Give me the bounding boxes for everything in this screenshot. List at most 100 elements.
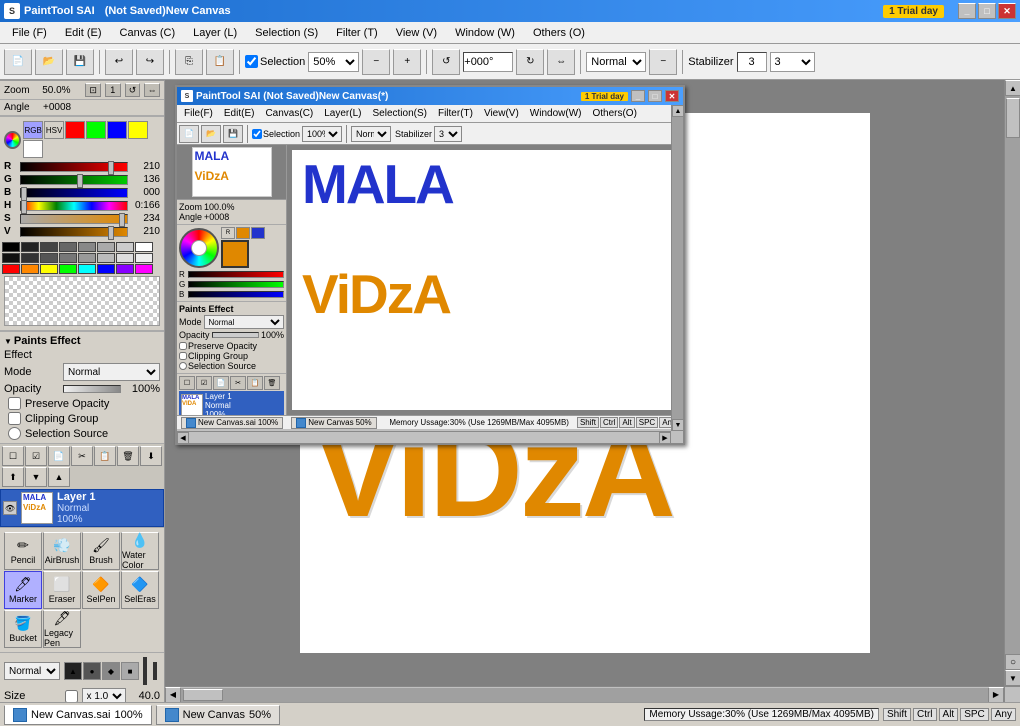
menu-file[interactable]: File (F) <box>4 25 55 41</box>
palette-btn4[interactable] <box>128 121 148 139</box>
inner-close-btn[interactable]: ✕ <box>665 90 679 102</box>
inner-menu-selection[interactable]: Selection(S) <box>368 107 432 120</box>
opacity-slider[interactable] <box>63 385 121 393</box>
inner-maximize-btn[interactable]: □ <box>648 90 662 102</box>
mode-dropdown[interactable]: Normal Multiply Screen <box>63 363 160 381</box>
selection-checkbox[interactable] <box>245 55 258 68</box>
color-swatch-secondary[interactable] <box>153 662 157 680</box>
flip-canvas-button[interactable]: ⇔ <box>144 83 160 97</box>
color-cell-purple[interactable] <box>116 264 134 274</box>
inner-menu-file[interactable]: File(F) <box>179 107 218 120</box>
inner-menu-canvas[interactable]: Canvas(C) <box>260 107 318 120</box>
color-cell-blue[interactable] <box>97 264 115 274</box>
size-mult-select[interactable]: x 1.0 x 2.0 <box>82 688 126 702</box>
layer-paste-btn[interactable]: 📋 <box>94 446 116 466</box>
gray-cell-8[interactable] <box>2 253 20 263</box>
bucket-tool[interactable]: 🪣 Bucket <box>4 610 42 648</box>
inner-layer-btn3[interactable]: 📄 <box>213 376 229 390</box>
s-slider-thumb[interactable] <box>119 213 125 227</box>
b-slider-track[interactable] <box>20 188 128 198</box>
brush-tool[interactable]: 🖌 Brush <box>82 532 120 570</box>
layer-merge-btn[interactable]: ▼ <box>25 467 47 487</box>
inner-tab1[interactable]: New Canvas.sai 100% <box>181 417 283 429</box>
menu-view[interactable]: View (V) <box>388 25 445 41</box>
zoom-in-button[interactable]: + <box>393 49 421 75</box>
menu-others[interactable]: Others (O) <box>525 25 593 41</box>
inner-mode-select[interactable]: Normal <box>204 315 284 329</box>
inner-menu-filter[interactable]: Filter(T) <box>433 107 478 120</box>
inner-toolbar-open[interactable]: 📂 <box>201 125 221 143</box>
color-cell-red[interactable] <box>2 264 20 274</box>
g-slider-track[interactable] <box>20 175 128 185</box>
brush-mode-dropdown[interactable]: Normal Multiply <box>4 662 60 680</box>
zoom-100-button[interactable]: 1 <box>105 83 121 97</box>
layer-group-btn[interactable]: ▲ <box>48 467 70 487</box>
gray-cell-5[interactable] <box>97 242 115 252</box>
inner-color-swatch2[interactable] <box>251 227 265 239</box>
inner-opacity-slider[interactable] <box>212 332 259 338</box>
inner-canvas-content[interactable]: MALA ViDzA <box>292 150 678 410</box>
menu-window[interactable]: Window (W) <box>447 25 523 41</box>
layer-check-btn[interactable]: ☑ <box>25 446 47 466</box>
layer-cut-btn[interactable]: ✂ <box>71 446 93 466</box>
layer-item[interactable]: 👁 MALA ViDzA Layer 1 Normal 100% <box>0 489 164 527</box>
maximize-button[interactable]: □ <box>978 3 996 19</box>
blend-minus-button[interactable]: − <box>649 49 677 75</box>
inner-sel-checkbox[interactable] <box>252 129 262 139</box>
selpen-tool[interactable]: 🔶 SelPen <box>82 571 120 609</box>
palette-btn1[interactable] <box>65 121 85 139</box>
scroll-right-button[interactable]: ▶ <box>988 687 1004 703</box>
v-slider-thumb[interactable] <box>108 226 114 240</box>
zoom-fit-button[interactable]: ⊡ <box>85 83 101 97</box>
b-slider-thumb[interactable] <box>21 187 27 201</box>
inner-tab2[interactable]: New Canvas 50% <box>291 417 376 429</box>
r-slider-track[interactable] <box>20 162 128 172</box>
zoom-dropdown[interactable]: 50% 100% 200% <box>308 52 359 72</box>
v-slider-track[interactable] <box>20 227 128 237</box>
brush-shape-4[interactable]: ■ <box>121 662 139 680</box>
color-cell-yellow[interactable] <box>40 264 58 274</box>
h-slider-track[interactable] <box>20 201 128 211</box>
scroll-circle-btn[interactable]: ○ <box>1005 654 1020 670</box>
inner-clipping-check[interactable] <box>179 352 187 360</box>
size-check[interactable] <box>65 690 78 703</box>
inner-normal-dropdown[interactable]: Normal <box>351 126 391 142</box>
palette-btn3[interactable] <box>107 121 127 139</box>
zoom-out-button[interactable]: − <box>362 49 390 75</box>
layer-copy-btn[interactable]: 📄 <box>48 446 70 466</box>
open-button[interactable]: 📂 <box>35 49 63 75</box>
scroll-left-button[interactable]: ◀ <box>165 687 181 703</box>
inner-menu-edit[interactable]: Edit(E) <box>219 107 260 120</box>
rotation-input[interactable] <box>463 52 513 72</box>
inner-menu-layer[interactable]: Layer(L) <box>319 107 366 120</box>
gray-cell-15[interactable] <box>135 253 153 263</box>
undo-button[interactable]: ↩ <box>105 49 133 75</box>
gray-cell-10[interactable] <box>40 253 58 263</box>
paste-button[interactable]: 📋 <box>206 49 234 75</box>
preserve-checkbox[interactable] <box>8 397 21 410</box>
marker-tool[interactable]: 🖊 Marker <box>4 571 42 609</box>
menu-edit[interactable]: Edit (E) <box>57 25 110 41</box>
color-cell-orange[interactable] <box>21 264 39 274</box>
layer-up-btn[interactable]: ⬆ <box>2 467 24 487</box>
rotate-ccw-button[interactable]: ↺ <box>432 49 460 75</box>
inner-preserve-check[interactable] <box>179 342 187 350</box>
gray-cell-13[interactable] <box>97 253 115 263</box>
inner-r-slider[interactable] <box>188 271 284 278</box>
gray-cell-7[interactable] <box>135 242 153 252</box>
scroll-up-button[interactable]: ▲ <box>1005 80 1020 96</box>
inner-minimize-btn[interactable]: _ <box>631 90 645 102</box>
menu-selection[interactable]: Selection (S) <box>247 25 326 41</box>
s-slider-track[interactable] <box>20 214 128 224</box>
inner-layer-btn6[interactable]: 🗑 <box>264 376 280 390</box>
scroll-thumb-h[interactable] <box>183 689 223 701</box>
inner-color-swatch1[interactable] <box>236 227 250 239</box>
inner-layer-btn4[interactable]: ✂ <box>230 376 246 390</box>
inner-layer-btn1[interactable]: ☐ <box>179 376 195 390</box>
inner-sel-source-radio[interactable] <box>179 362 187 370</box>
airbrush-tool[interactable]: 💨 AirBrush <box>43 532 81 570</box>
inner-toolbar-save[interactable]: 💾 <box>223 125 243 143</box>
copy-button[interactable]: ⎘ <box>175 49 203 75</box>
color-cell-cyan[interactable] <box>78 264 96 274</box>
close-button[interactable]: ✕ <box>998 3 1016 19</box>
